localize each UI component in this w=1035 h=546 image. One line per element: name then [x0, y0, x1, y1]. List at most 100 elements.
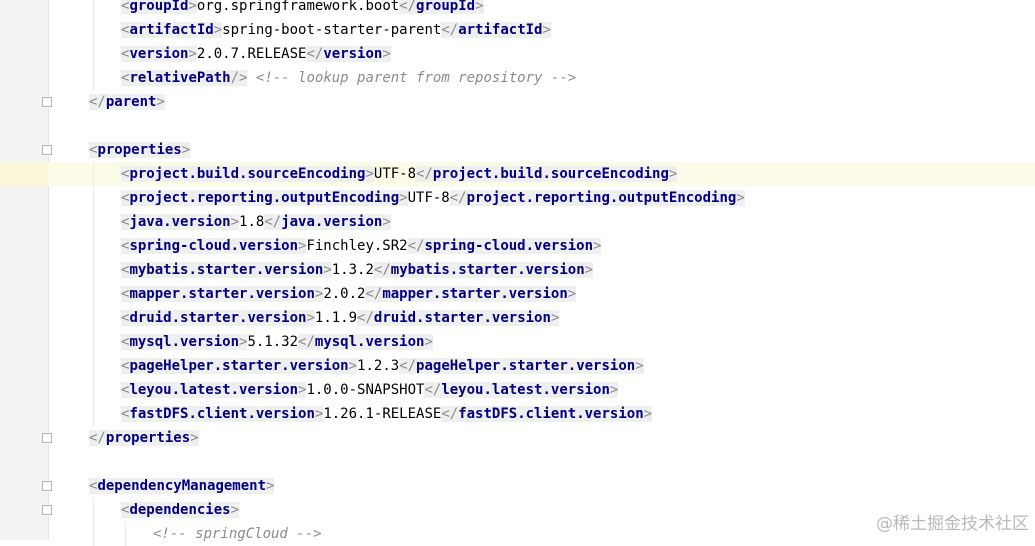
tag-value: 1.1.9: [314, 310, 358, 326]
tag-name: mybatis.starter.version: [390, 262, 585, 278]
tag-name: groupId: [416, 0, 476, 14]
tag-bracket: >: [399, 190, 408, 206]
code-text: <relativePath/> <!-- lookup parent from …: [121, 66, 576, 90]
tag-name: project.build.sourceEncoding: [432, 166, 669, 182]
code-line[interactable]: <properties>: [0, 138, 1035, 162]
tag-value: 1.26.1-RELEASE: [323, 406, 442, 422]
fold-start-icon[interactable]: [42, 145, 52, 155]
tag-bracket: </: [89, 430, 106, 446]
xml-tag: </spring-cloud.version>: [407, 238, 602, 254]
tag-bracket: </: [416, 166, 433, 182]
tag-bracket: >: [365, 166, 374, 182]
tag-value: Finchley.SR2: [306, 238, 408, 254]
code-line[interactable]: <mybatis.starter.version>1.3.2</mybatis.…: [0, 258, 1035, 282]
tag-name: project.reporting.outputEncoding: [466, 190, 737, 206]
tag-name: artifactId: [458, 22, 543, 38]
tag-bracket: >: [736, 190, 745, 206]
tag-name: relativePath: [129, 70, 231, 86]
indent-guide: [93, 306, 94, 330]
code-line[interactable]: [0, 114, 1035, 138]
code-text: <version>2.0.7.RELEASE</version>: [121, 42, 391, 66]
code-text: <mybatis.starter.version>1.3.2</mybatis.…: [121, 258, 594, 282]
tag-name: mybatis.starter.version: [129, 262, 324, 278]
tag-bracket: >: [424, 334, 433, 350]
tag-bracket: </: [298, 334, 315, 350]
xml-tag: <spring-cloud.version>: [121, 238, 307, 254]
tag-bracket: </: [306, 46, 324, 62]
xml-tag: </artifactId>: [441, 22, 551, 38]
code-line[interactable]: <project.reporting.outputEncoding>UTF-8<…: [0, 186, 1035, 210]
tag-bracket: >: [668, 166, 678, 182]
tag-bracket: >: [306, 310, 315, 326]
code-line[interactable]: </parent>: [0, 90, 1035, 114]
xml-tag: <artifactId>: [121, 22, 223, 38]
tag-bracket: >: [593, 238, 602, 254]
xml-tag: <pageHelper.starter.version>: [121, 358, 358, 374]
indent-guide: [93, 258, 94, 282]
indent-guide: [93, 66, 94, 90]
code-line[interactable]: <java.version>1.8</java.version>: [0, 210, 1035, 234]
code-line[interactable]: <mapper.starter.version>2.0.2</mapper.st…: [0, 282, 1035, 306]
code-line[interactable]: <pageHelper.starter.version>1.2.3</pageH…: [0, 354, 1035, 378]
tag-bracket: >: [635, 358, 644, 374]
code-line[interactable]: </properties>: [0, 426, 1035, 450]
code-text: <project.build.sourceEncoding>UTF-8</pro…: [121, 162, 678, 186]
code-line[interactable]: <groupId>org.springframework.boot</group…: [0, 0, 1035, 18]
code-line[interactable]: <spring-cloud.version>Finchley.SR2</spri…: [0, 234, 1035, 258]
tag-value: 1.2.3: [357, 358, 400, 374]
code-line[interactable]: <leyou.latest.version>1.0.0-SNAPSHOT</le…: [0, 378, 1035, 402]
fold-end-icon[interactable]: [42, 97, 52, 107]
code-text: <spring-cloud.version>Finchley.SR2</spri…: [121, 234, 602, 258]
xml-tag: <project.build.sourceEncoding>: [121, 166, 374, 182]
indent-guide: [93, 162, 94, 186]
xml-tag: </project.reporting.outputEncoding>: [449, 190, 745, 206]
code-line[interactable]: <fastDFS.client.version>1.26.1-RELEASE</…: [0, 402, 1035, 426]
tag-value: 1.0.0-SNAPSHOT: [306, 382, 425, 398]
xml-tag: <properties>: [89, 142, 191, 158]
tag-name: fastDFS.client.version: [458, 406, 644, 422]
code-line[interactable]: <dependencyManagement>: [0, 474, 1035, 498]
fold-end-icon[interactable]: [42, 433, 52, 443]
tag-bracket: </: [89, 94, 106, 110]
tag-bracket: </: [399, 0, 417, 14]
tag-bracket: >: [213, 22, 223, 38]
tag-name: mapper.starter.version: [382, 286, 568, 302]
tag-bracket: >: [584, 262, 594, 278]
tag-bracket: </: [407, 238, 425, 254]
xml-tag: <version>: [121, 46, 197, 62]
tag-name: properties: [97, 142, 182, 158]
tag-value: org.springframework.boot: [196, 0, 400, 14]
code-line[interactable]: [0, 450, 1035, 474]
indent-guide: [125, 522, 126, 546]
indent-guide: [93, 0, 94, 18]
tag-bracket: </: [441, 406, 459, 422]
code-line[interactable]: <version>2.0.7.RELEASE</version>: [0, 42, 1035, 66]
tag-bracket: </: [357, 310, 374, 326]
xml-tag: <mybatis.starter.version>: [121, 262, 332, 278]
code-line[interactable]: <druid.starter.version>1.1.9</druid.star…: [0, 306, 1035, 330]
xml-tag: </mybatis.starter.version>: [373, 262, 594, 278]
code-editor[interactable]: <groupId>org.springframework.boot</group…: [0, 0, 1035, 546]
code-text: <pageHelper.starter.version>1.2.3</pageH…: [121, 354, 644, 378]
indent-guide: [93, 234, 94, 258]
fold-start-icon[interactable]: [42, 481, 52, 491]
tag-bracket: >: [188, 46, 197, 62]
tag-name: properties: [105, 430, 191, 446]
xml-tag: </version>: [306, 46, 391, 62]
tag-value: UTF-8: [373, 166, 417, 182]
code-text: <java.version>1.8</java.version>: [121, 210, 391, 234]
xml-tag: </parent>: [89, 94, 165, 110]
tag-bracket: >: [550, 310, 560, 326]
tag-name: project.reporting.outputEncoding: [129, 190, 400, 206]
indent-guide: [93, 282, 94, 306]
tag-bracket: >: [382, 214, 391, 230]
tag-name: druid.starter.version: [373, 310, 551, 326]
code-line[interactable]: <project.build.sourceEncoding>UTF-8</pro…: [0, 162, 1035, 186]
fold-start-icon[interactable]: [42, 505, 52, 515]
code-text: <fastDFS.client.version>1.26.1-RELEASE</…: [121, 402, 653, 426]
code-line[interactable]: <mysql.version>5.1.32</mysql.version>: [0, 330, 1035, 354]
code-line[interactable]: <artifactId>spring-boot-starter-parent</…: [0, 18, 1035, 42]
code-text: </properties>: [89, 426, 199, 450]
code-line[interactable]: <relativePath/> <!-- lookup parent from …: [0, 66, 1035, 90]
tag-name: java.version: [129, 214, 231, 230]
